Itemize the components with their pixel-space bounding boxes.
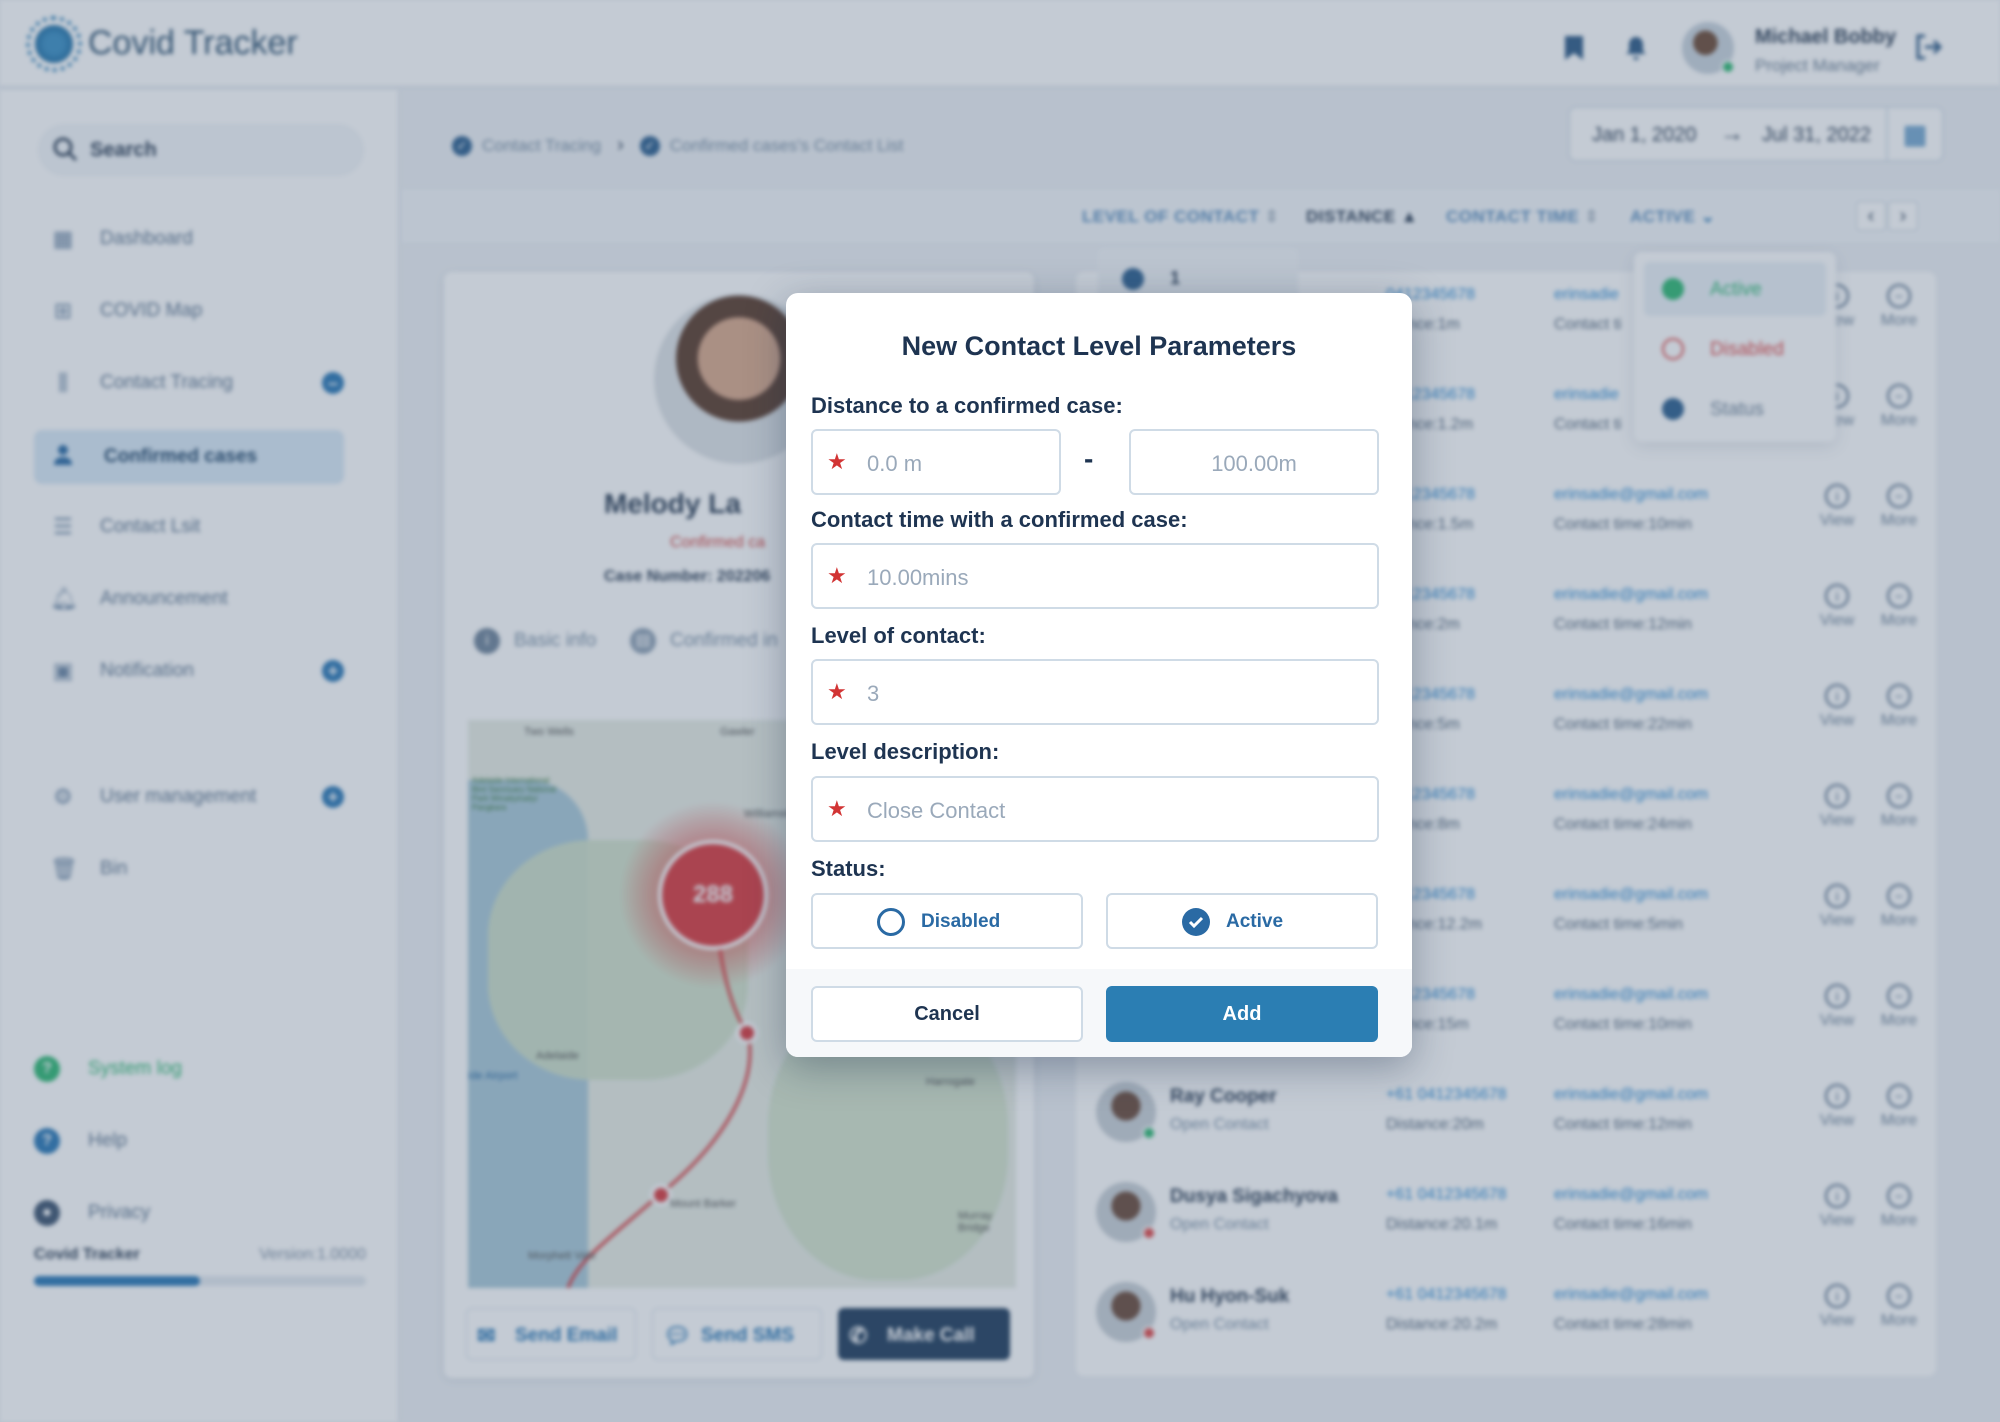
cancel-button[interactable]: Cancel xyxy=(811,986,1083,1042)
status-label: Status: xyxy=(811,856,886,881)
radio-label: Disabled xyxy=(921,911,1001,932)
radio-empty-icon xyxy=(877,908,905,936)
level-field[interactable]: ★ 3 xyxy=(811,659,1379,725)
modal-title: New Contact Level Parameters xyxy=(901,331,1297,361)
range-separator: - xyxy=(1084,443,1094,474)
description-placeholder: Close Contact xyxy=(867,798,1006,823)
status-active-radio[interactable]: Active xyxy=(1106,893,1378,949)
distance-min-placeholder: 0.0 m xyxy=(867,451,923,476)
required-star-icon: ★ xyxy=(827,796,847,821)
required-star-icon: ★ xyxy=(827,449,847,474)
status-disabled-radio[interactable]: Disabled xyxy=(811,893,1083,949)
required-star-icon: ★ xyxy=(827,679,847,704)
radio-label: Active xyxy=(1226,911,1284,932)
distance-min-field[interactable]: ★ 0.0 m xyxy=(811,429,1061,495)
contact-time-label: Contact time with a confirmed case: xyxy=(811,507,1188,532)
level-label: Level of contact: xyxy=(811,623,986,648)
required-star-icon: ★ xyxy=(827,563,847,588)
distance-label: Distance to a confirmed case: xyxy=(811,393,1123,418)
description-label: Level description: xyxy=(811,739,1000,764)
contact-time-field[interactable]: ★ 10.00mins xyxy=(811,543,1379,609)
level-placeholder: 3 xyxy=(867,681,880,706)
distance-max-field[interactable]: 100.00m xyxy=(1129,429,1379,495)
description-field[interactable]: ★ Close Contact xyxy=(811,776,1379,842)
distance-max-placeholder: 100.00m xyxy=(1211,451,1297,476)
add-button[interactable]: Add xyxy=(1106,986,1378,1042)
contact-time-placeholder: 10.00mins xyxy=(867,565,969,590)
new-contact-level-modal: New Contact Level Parameters Distance to… xyxy=(786,293,1412,1057)
radio-checked-icon xyxy=(1182,908,1210,936)
